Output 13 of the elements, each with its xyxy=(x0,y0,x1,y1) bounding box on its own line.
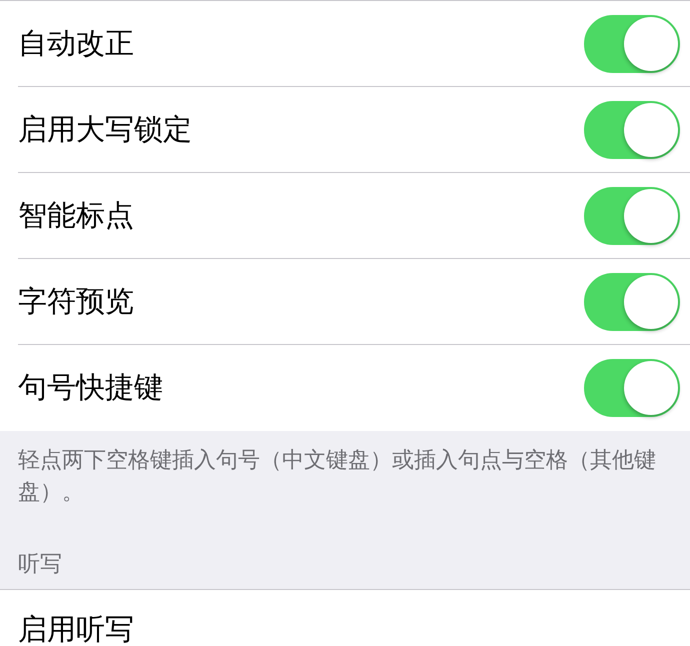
toggle-switch[interactable] xyxy=(584,100,680,158)
setting-label: 智能标点 xyxy=(18,196,134,234)
setting-label: 字符预览 xyxy=(18,282,134,320)
toggle-switch[interactable] xyxy=(584,14,680,72)
setting-label: 句号快捷键 xyxy=(18,369,163,406)
footer-note: 轻点两下空格键插入句号（中文键盘）或插入句点与空格（其他键盘）。 xyxy=(17,447,657,507)
toggle-switch[interactable] xyxy=(584,272,680,330)
toggle-switch[interactable] xyxy=(584,359,680,417)
setting-label: 启用听写 xyxy=(18,612,134,646)
setting-label: 启用大写锁定 xyxy=(18,110,192,148)
toggle-switch[interactable] xyxy=(584,186,680,244)
section-header: 听写 xyxy=(18,552,62,577)
setting-label: 自动改正 xyxy=(18,24,134,62)
